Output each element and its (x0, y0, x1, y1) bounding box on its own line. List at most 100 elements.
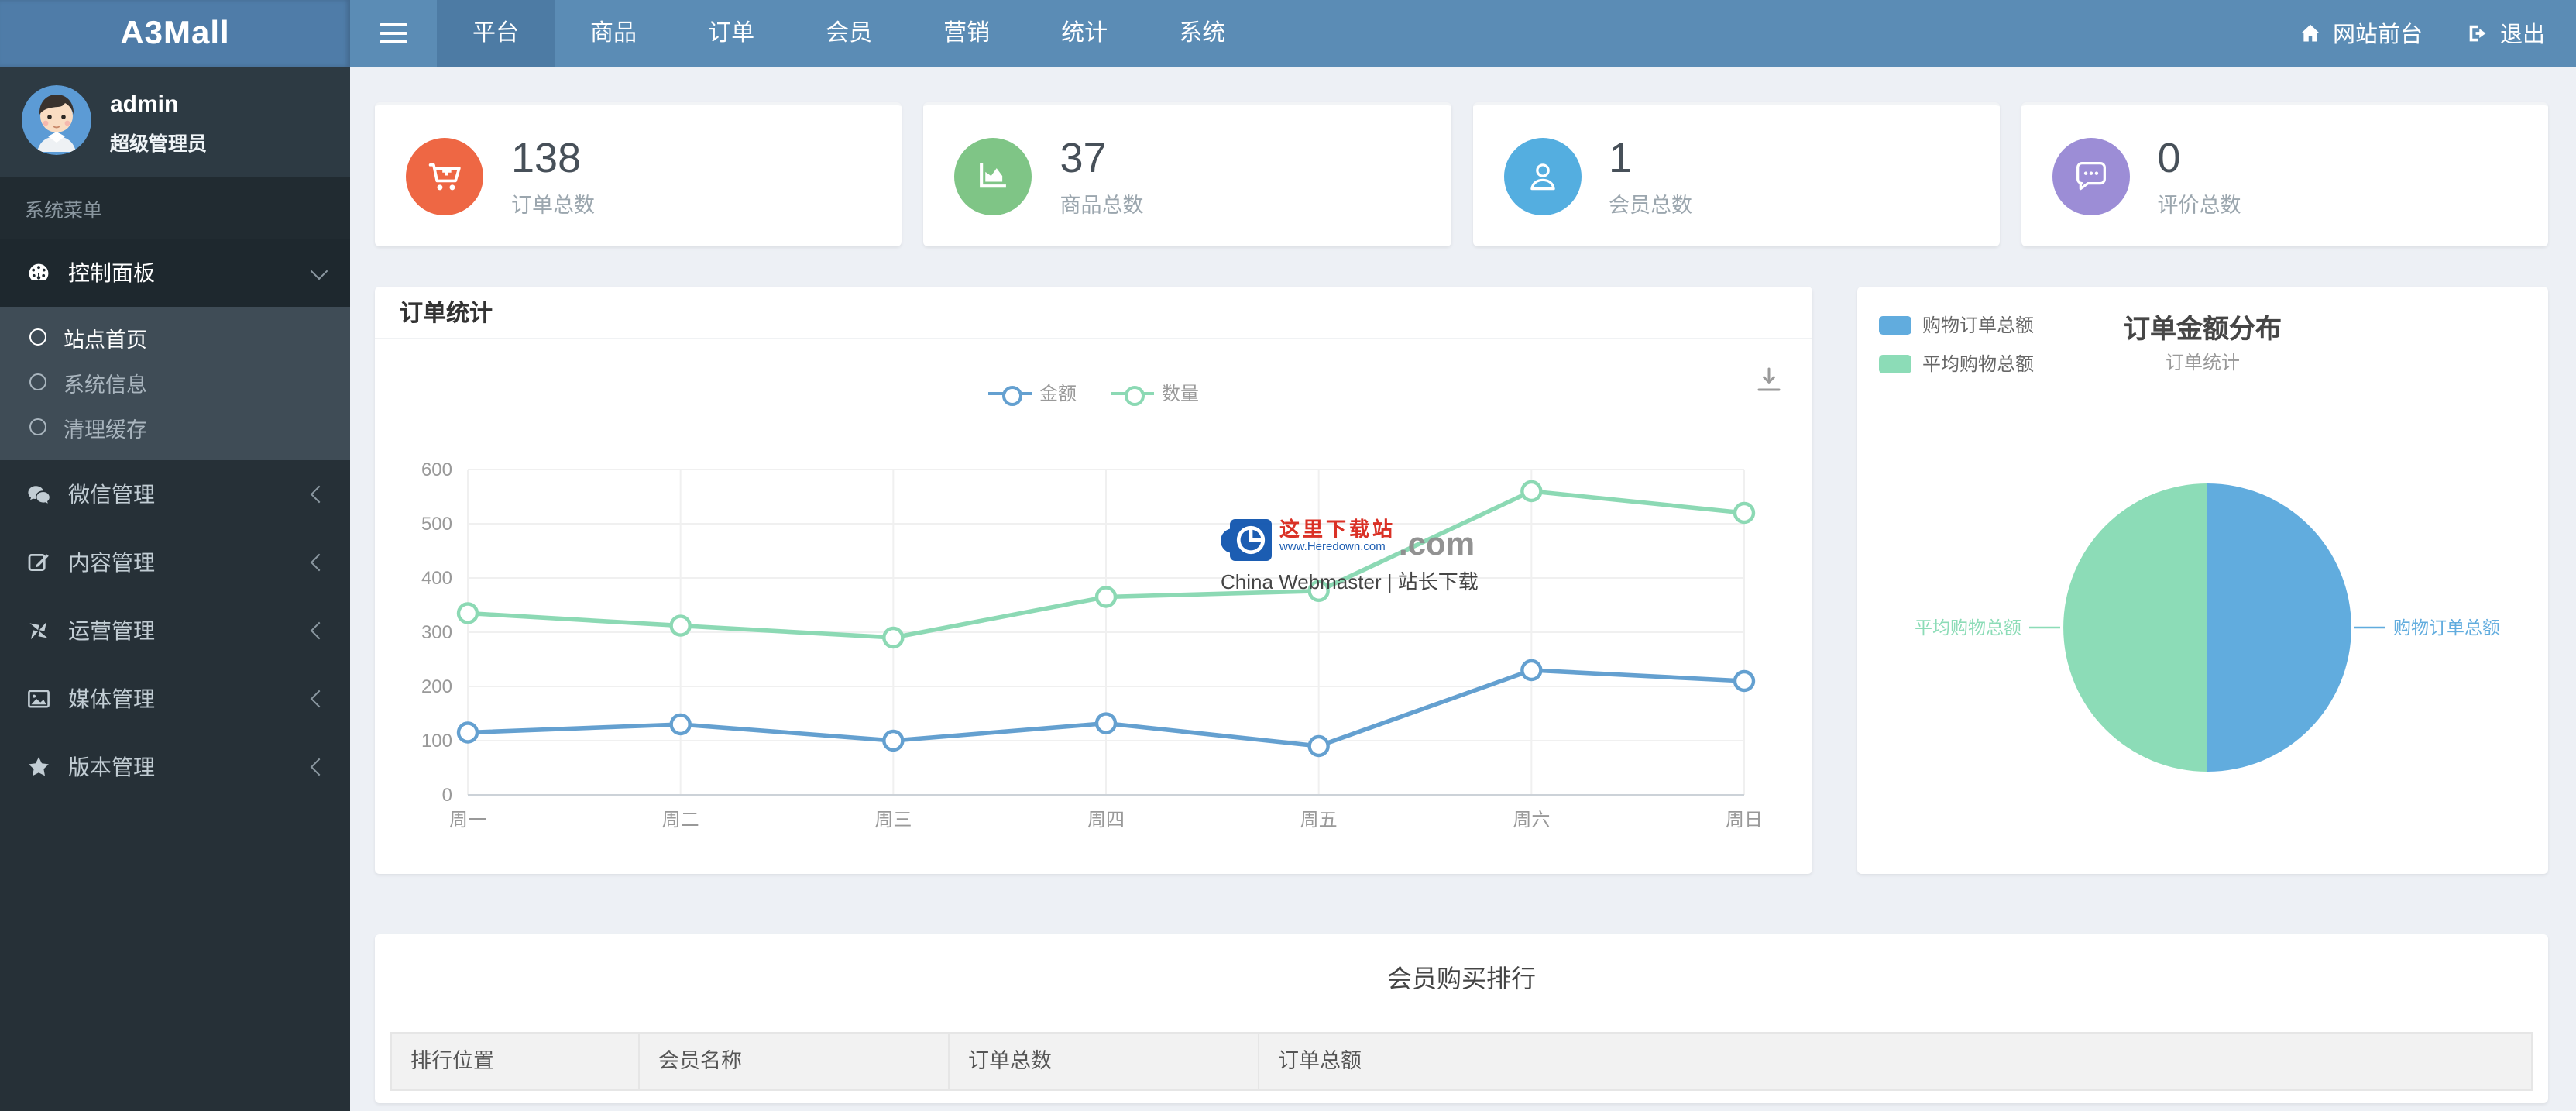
svg-text:周一: 周一 (449, 810, 486, 831)
sidebar-item-内容管理[interactable]: 内容管理 (0, 528, 350, 597)
navbar-link-label: 网站前台 (2333, 23, 2423, 48)
user-name: admin (110, 91, 179, 118)
pie-label-购物订单总额: 购物订单总额 (2393, 617, 2500, 638)
stat-card-订单总数: 138 订单总数 (375, 102, 902, 246)
sidebar-item-控制面板[interactable]: 控制面板 (0, 239, 350, 307)
nav-tab-商品[interactable]: 商品 (555, 0, 672, 67)
avatar (22, 85, 91, 155)
nav-tab-会员[interactable]: 会员 (790, 0, 908, 67)
legend-line-marker-icon (987, 384, 1032, 405)
legend-swatch-icon (1879, 315, 1911, 334)
sidebar: admin 超级管理员 系统菜单 控制面板 站点首页 系统信息 清理缓存 微信管理 内容管… (0, 67, 350, 1111)
chevron-left-icon (310, 485, 328, 504)
stat-text: 0 评价总数 (2158, 134, 2241, 218)
submenu-item-站点首页[interactable]: 站点首页 (0, 315, 350, 359)
chevron-left-icon (310, 553, 328, 572)
line-chart-legend: 金额 数量 (375, 380, 1812, 406)
pinwheel-icon (25, 617, 51, 644)
sidebar-item-媒体管理[interactable]: 媒体管理 (0, 665, 350, 733)
svg-text:600: 600 (421, 459, 452, 480)
legend-item-数量[interactable]: 数量 (1111, 380, 1199, 406)
sidebar-item-label: 内容管理 (68, 550, 155, 575)
legend-swatch-icon (1879, 354, 1911, 373)
watermark-logo-icon (1230, 519, 1272, 561)
order-stats-title: 订单统计 (375, 287, 1812, 339)
pie-legend-item-购物订单总额[interactable]: 购物订单总额 (1879, 311, 2034, 338)
image-icon (25, 686, 51, 712)
sidebar-item-label: 控制面板 (68, 260, 155, 285)
pie-legend-label: 购物订单总额 (1922, 315, 2035, 336)
cart-plus-icon (406, 137, 483, 215)
nav-tab-订单[interactable]: 订单 (672, 0, 790, 67)
stat-card-商品总数: 37 商品总数 (923, 102, 1451, 246)
stat-label: 订单总数 (511, 193, 595, 216)
pie-legend-item-平均购物总额[interactable]: 平均购物总额 (1879, 350, 2034, 377)
submenu-item-系统信息[interactable]: 系统信息 (0, 359, 350, 404)
user-icon (1503, 137, 1581, 215)
watermark: 这里下载站 www.Heredown.com .com China Webmas… (1221, 518, 1479, 595)
circle-icon (29, 328, 46, 346)
watermark-com: .com (1399, 527, 1475, 562)
stat-card-评价总数: 0 评价总数 (2021, 102, 2548, 246)
chevron-left-icon (310, 690, 328, 708)
sidebar-item-微信管理[interactable]: 微信管理 (0, 460, 350, 528)
chevron-left-icon (310, 621, 328, 640)
submenu-item-清理缓存[interactable]: 清理缓存 (0, 404, 350, 449)
stat-text: 37 商品总数 (1060, 134, 1144, 218)
sidebar-item-label: 版本管理 (68, 755, 155, 779)
column-header-订单总数: 订单总数 (948, 1032, 1259, 1091)
svg-text:周二: 周二 (662, 810, 699, 831)
navbar-link-网站前台[interactable]: 网站前台 (2299, 17, 2423, 50)
svg-text:周三: 周三 (874, 810, 912, 831)
download-icon[interactable] (1753, 364, 1784, 395)
pie-legend-label: 平均购物总额 (1922, 353, 2035, 375)
submenu-控制面板: 站点首页系统信息清理缓存 (0, 307, 350, 460)
stat-value: 0 (2157, 134, 2181, 181)
sidebar-item-运营管理[interactable]: 运营管理 (0, 597, 350, 665)
navbar-link-label: 退出 (2500, 23, 2545, 48)
svg-text:500: 500 (421, 514, 452, 535)
edit-icon (25, 549, 51, 576)
member-ranking-title: 会员购买排行 (1386, 967, 1536, 993)
column-header-排行位置: 排行位置 (390, 1032, 640, 1091)
submenu-item-label: 系统信息 (64, 373, 147, 396)
nav-tab-系统[interactable]: 系统 (1143, 0, 1261, 67)
watermark-caption: China Webmaster | 站长下载 (1221, 570, 1479, 593)
hamburger-icon (380, 22, 407, 27)
stat-label: 商品总数 (1060, 193, 1144, 216)
stat-card-会员总数: 1 会员总数 (1472, 102, 2000, 246)
table-header-row: 排行位置 会员名称 订单总数 订单总额 (390, 1032, 2533, 1091)
nav-tab-平台[interactable]: 平台 (437, 0, 555, 67)
line-chart-area: 金额 数量 0 100 200 300 400 500 600 周一 周二 周三 周四 周五 周六 周日 (375, 339, 1812, 874)
avatar-image (22, 85, 91, 155)
submenu-item-label: 站点首页 (64, 328, 147, 351)
nav-tab-统计[interactable]: 统计 (1025, 0, 1143, 67)
stat-value: 138 (511, 134, 582, 181)
nav-tab-营销[interactable]: 营销 (908, 0, 1025, 67)
order-stats-panel: 订单统计 金额 数量 0 100 200 300 400 500 600 周一 周二 周三 周四 周五 周… (375, 287, 1812, 874)
line-chart[interactable]: 0 100 200 300 400 500 600 周一 周二 周三 周四 周五 周六 周日 (375, 339, 1812, 874)
svg-text:300: 300 (421, 622, 452, 643)
member-ranking-table: 排行位置 会员名称 订单总数 订单总额 (390, 1032, 2533, 1091)
gauge-icon (25, 260, 51, 286)
legend-item-金额[interactable]: 金额 (987, 380, 1077, 406)
chevron-left-icon (310, 758, 328, 776)
pie-legend: 购物订单总额 平均购物总额 (1879, 311, 2034, 377)
comment-icon (2052, 137, 2130, 215)
svg-text:200: 200 (421, 676, 452, 697)
sidebar-toggle-button[interactable] (350, 0, 437, 67)
svg-text:100: 100 (421, 731, 452, 752)
menu-section-label: 系统菜单 (0, 177, 350, 239)
home-icon (2299, 22, 2322, 45)
top-navbar: A3Mall 平台 商品 订单 会员 营销 统计 系统 网站前台 退出 (0, 0, 2576, 67)
brand-logo[interactable]: A3Mall (0, 0, 350, 67)
sidebar-item-版本管理[interactable]: 版本管理 (0, 733, 350, 801)
stats-row: 138 订单总数 37 商品总数 1 会员总数 0 评价总数 (375, 102, 2548, 246)
circle-icon (29, 373, 46, 390)
stat-value: 37 (1060, 134, 1107, 181)
order-amount-panel: 购物订单总额 平均购物总额 订单金额分布 订单统计 购物订单总额 平均购物总额 (1857, 287, 2548, 874)
area-chart-icon (954, 137, 1032, 215)
navbar-link-退出[interactable]: 退出 (2466, 17, 2545, 50)
stat-text: 138 订单总数 (511, 134, 595, 218)
sidebar-item-label: 媒体管理 (68, 686, 155, 711)
